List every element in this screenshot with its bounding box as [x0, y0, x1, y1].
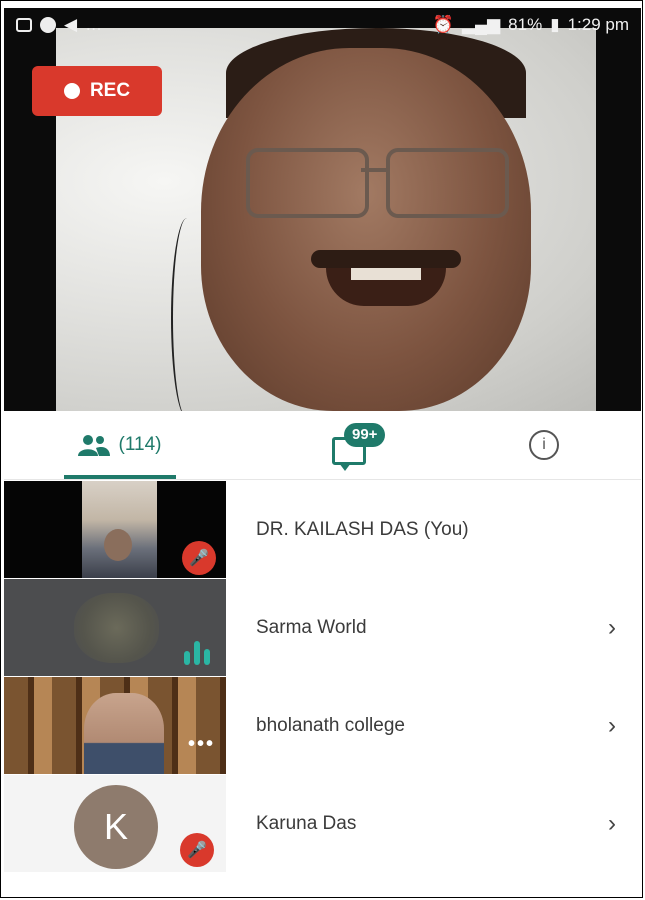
participant-row[interactable]: Sarma World ›	[4, 579, 641, 676]
participant-name: Karuna Das	[256, 812, 357, 834]
more-notifications-icon: …	[85, 15, 103, 34]
earphone-wire	[171, 218, 203, 411]
chevron-right-icon[interactable]: ›	[608, 677, 616, 774]
glasses-bridge	[361, 168, 387, 172]
participant-row[interactable]: K 🎤 Karuna Das ›	[4, 775, 641, 872]
speaking-audio-icon	[184, 639, 210, 665]
alarm-icon: ⏰	[432, 15, 454, 34]
tab-bar: (114) 99+ i	[4, 411, 641, 480]
participant-person	[84, 693, 164, 774]
signal-icon: ▂▄▆	[461, 15, 501, 34]
participant-name: Sarma World	[256, 616, 367, 638]
participant-name: DR. KAILASH DAS (You)	[256, 518, 469, 540]
info-icon: i	[529, 430, 559, 460]
avatar: K	[74, 785, 158, 869]
status-bar: ◀ … ⏰ ▂▄▆ 81% ▮ 1:29 pm	[4, 8, 641, 42]
telegram-notification-icon: ◀	[64, 15, 78, 34]
participant-avatar-thumb: K 🎤	[4, 775, 226, 872]
active-tab-indicator	[64, 475, 176, 479]
glasses-right	[386, 148, 509, 218]
teeth	[351, 268, 421, 280]
camera-feed	[74, 593, 159, 663]
chevron-right-icon[interactable]: ›	[608, 579, 616, 676]
main-video[interactable]: REC	[4, 8, 641, 411]
tab-participants[interactable]: (114)	[44, 411, 194, 479]
mic-muted-icon: 🎤	[182, 541, 216, 575]
participant-name: bholanath college	[256, 714, 405, 736]
participants-count: (114)	[118, 434, 162, 455]
speaker-face	[201, 48, 531, 411]
people-icon	[77, 435, 110, 456]
tab-info[interactable]: i	[509, 411, 579, 479]
whatsapp-notification-icon	[40, 17, 56, 33]
glasses-left	[246, 148, 369, 218]
participant-row[interactable]: 🎤 DR. KAILASH DAS (You)	[4, 481, 641, 578]
mustache	[311, 250, 461, 268]
battery-percent: 81%	[508, 15, 543, 34]
battery-icon: ▮	[550, 15, 560, 34]
record-dot-icon	[63, 83, 80, 99]
participant-video-thumb: •••	[4, 677, 226, 774]
rec-indicator[interactable]: REC	[32, 66, 162, 116]
participant-head	[104, 529, 132, 561]
participant-video-thumb: 🎤	[4, 481, 226, 578]
clock: 1:29 pm	[567, 15, 629, 34]
participant-row[interactable]: ••• bholanath college ›	[4, 677, 641, 774]
chat-unread-badge: 99+	[344, 423, 386, 447]
participant-video-thumb	[4, 579, 226, 676]
more-options-icon[interactable]: •••	[188, 733, 215, 756]
mic-muted-icon: 🎤	[180, 833, 214, 867]
gallery-notification-icon	[16, 18, 32, 32]
chevron-right-icon[interactable]: ›	[608, 775, 616, 872]
rec-label: REC	[89, 80, 131, 101]
